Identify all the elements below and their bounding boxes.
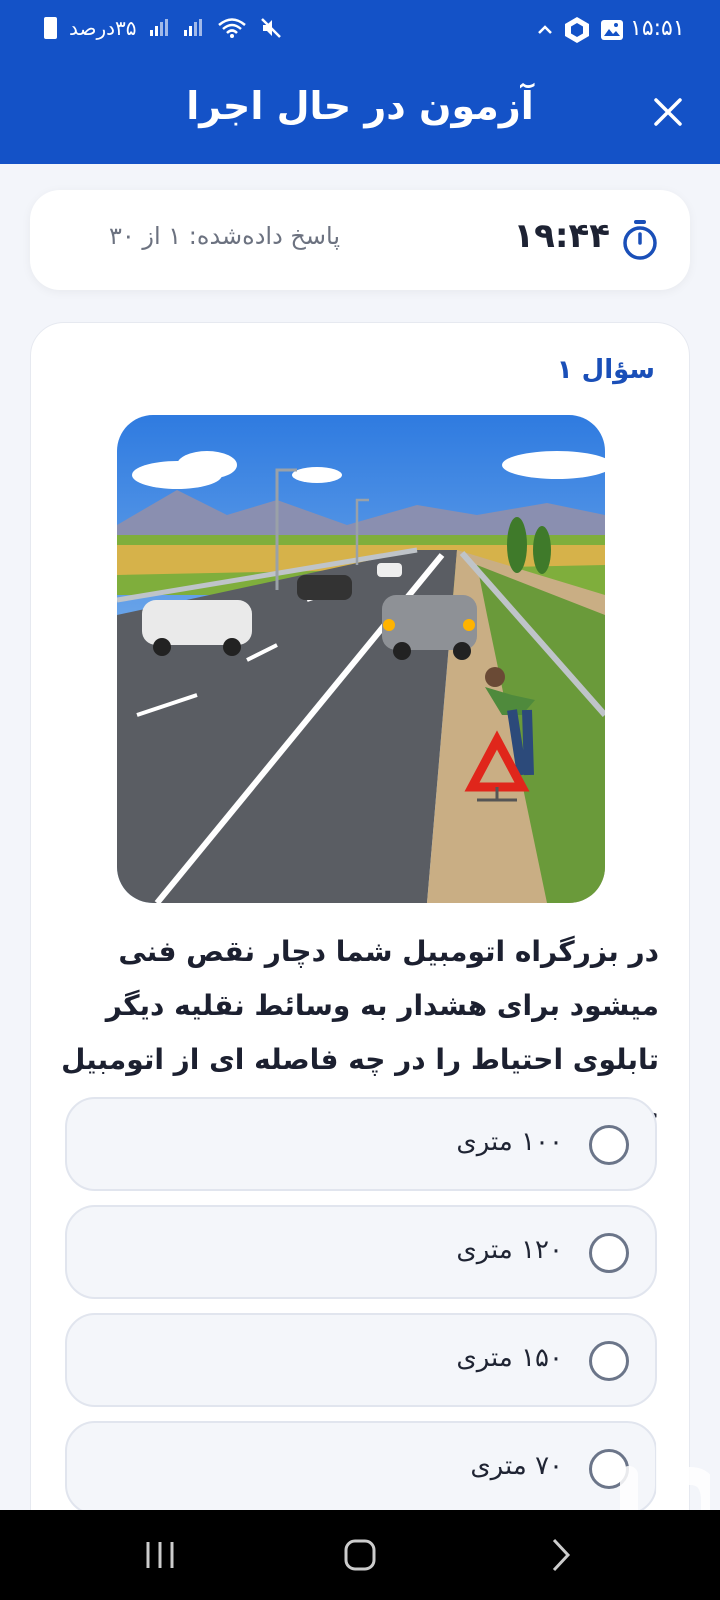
- app-header: آزمون در حال اجرا: [0, 64, 720, 164]
- mute-icon: [260, 18, 281, 38]
- status-icons-left: ۳۵درصد: [44, 16, 283, 40]
- option-label: ۱۲۰ متری: [456, 1235, 563, 1265]
- option-1[interactable]: ۱۰۰ متری: [65, 1097, 657, 1191]
- page-title: آزمون در حال اجرا: [186, 84, 534, 128]
- question-card: سؤال ۱ در بزرگراه اتومبیل شما دچار نقص ف…: [30, 322, 690, 1600]
- option-2[interactable]: ۱۲۰ متری: [65, 1205, 657, 1299]
- radio-button[interactable]: [589, 1233, 629, 1273]
- battery-percent: ۳۵درصد: [69, 16, 137, 40]
- gallery-icon: [601, 20, 623, 40]
- system-nav-bar: [0, 1510, 720, 1600]
- radio-button[interactable]: [589, 1341, 629, 1381]
- back-icon[interactable]: [530, 1532, 590, 1578]
- status-icons-right: [536, 16, 624, 44]
- option-3[interactable]: ۱۵۰ متری: [65, 1313, 657, 1407]
- road-illustration: [117, 415, 605, 903]
- top-bar: ۱۵:۵۱ ۳۵درصد آزمون در حال اجرا: [0, 0, 720, 164]
- radio-button[interactable]: [589, 1125, 629, 1165]
- timer-card: ۱۹:۴۴ پاسخ داده‌شده: ۱ از ۳۰: [30, 190, 690, 290]
- recent-apps-icon[interactable]: [130, 1532, 190, 1578]
- answered-count: پاسخ داده‌شده: ۱ از ۳۰: [108, 222, 340, 250]
- timer-value: ۱۹:۴۴: [513, 216, 610, 256]
- question-number: سؤال ۱: [556, 355, 655, 385]
- option-label: ۷۰ متری: [470, 1451, 563, 1481]
- stopwatch-icon: [623, 220, 657, 260]
- option-label: ۱۵۰ متری: [456, 1343, 563, 1373]
- chevron-up-icon: [538, 25, 552, 34]
- status-time: ۱۵:۵۱: [630, 16, 685, 41]
- wifi-icon: [217, 18, 246, 38]
- question-image: [117, 415, 605, 903]
- status-bar: ۱۵:۵۱ ۳۵درصد: [0, 0, 720, 64]
- home-icon[interactable]: [330, 1532, 390, 1578]
- close-icon[interactable]: [646, 90, 690, 134]
- option-4[interactable]: ۷۰ متری: [65, 1421, 657, 1515]
- battery-icon: [44, 17, 57, 39]
- option-label: ۱۰۰ متری: [456, 1127, 563, 1157]
- signal-icon-2: [183, 19, 202, 36]
- hexagon-app-icon: [565, 17, 589, 43]
- signal-icon: [149, 19, 168, 36]
